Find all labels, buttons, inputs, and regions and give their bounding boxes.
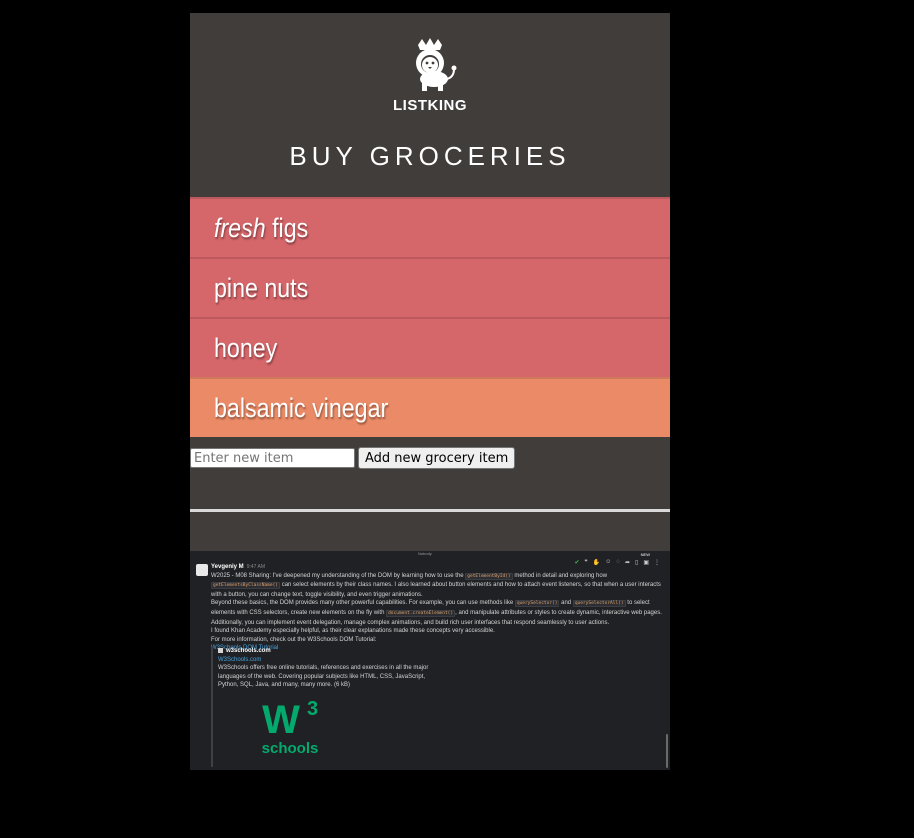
brand-name: LISTKING — [393, 97, 467, 114]
new-badge: NEW — [640, 552, 650, 557]
message-text: method in detail and exploring how — [512, 572, 608, 579]
chat-message-screenshot: Nobody NEW ✔ ❞ ✋ ☺ ◌ ➦ ▯ ▣ ⋮ Yevgeniy M9… — [190, 551, 670, 770]
favicon-icon — [218, 647, 223, 653]
message-text: and — [559, 600, 573, 607]
divider — [190, 509, 670, 512]
list-item[interactable]: pine nuts — [190, 257, 670, 317]
logo-w: W — [262, 698, 300, 742]
item-label: pine nuts — [214, 272, 309, 303]
add-item-form: Add new grocery item — [190, 447, 670, 471]
logo-text: schools — [262, 740, 319, 757]
inline-code: getElementsByClassName() — [211, 582, 281, 590]
list-item[interactable]: balsamic vinegar — [190, 377, 670, 437]
add-item-button[interactable]: Add new grocery item — [358, 447, 516, 469]
author-name[interactable]: Yevgeniy M — [211, 564, 244, 570]
inline-code: querySelectorAll() — [572, 600, 626, 608]
page-title: BUY GROCERIES — [289, 141, 571, 171]
list-item[interactable]: honey — [190, 317, 670, 377]
item-label: honey — [214, 332, 278, 363]
list-item[interactable]: fresh figs — [190, 197, 670, 257]
item-label: balsamic vinegar — [214, 392, 389, 423]
preview-description: W3Schools offers free online tutorials, … — [218, 665, 429, 689]
grocery-app: LISTKING BUY GROCERIES fresh figs pine n… — [190, 13, 670, 551]
preview-title[interactable]: W3Schools.com — [218, 656, 468, 665]
message-body: Yevgeniy M 9:47 AM W2025 - M08 Sharing: I… — [211, 563, 666, 653]
w3schools-logo-icon: W 3 schools — [262, 698, 319, 757]
message-text: W2025 - M08 Sharing: I've deepened my un… — [211, 572, 466, 579]
item-prefix: fresh — [214, 212, 266, 243]
logo-sup: 3 — [307, 698, 318, 720]
message-text: Beyond these basics, the DOM provides ma… — [211, 600, 515, 607]
channel-label: Nobody — [418, 551, 432, 556]
message-time: 9:47 AM — [246, 564, 266, 570]
message-text: I found Khan Academy especially helpful,… — [211, 628, 495, 635]
new-item-input[interactable] — [190, 448, 355, 468]
avatar[interactable] — [196, 564, 208, 576]
inline-code: getElementById() — [465, 572, 513, 580]
w3schools-logo: W 3 schools — [255, 695, 325, 761]
preview-site: w3schools.com — [226, 648, 271, 654]
link-preview[interactable]: w3schools.com W3Schools.com W3Schools of… — [211, 647, 468, 767]
message-text: For more information, check out the W3Sc… — [211, 636, 377, 643]
inline-code: document.createElement() — [386, 609, 456, 617]
scrollbar[interactable] — [666, 734, 668, 768]
inline-code: querySelector() — [514, 600, 560, 608]
grocery-list: fresh figs pine nuts honey balsamic vine… — [190, 197, 670, 437]
lion-logo-icon — [416, 38, 457, 91]
item-label: figs — [265, 212, 309, 243]
